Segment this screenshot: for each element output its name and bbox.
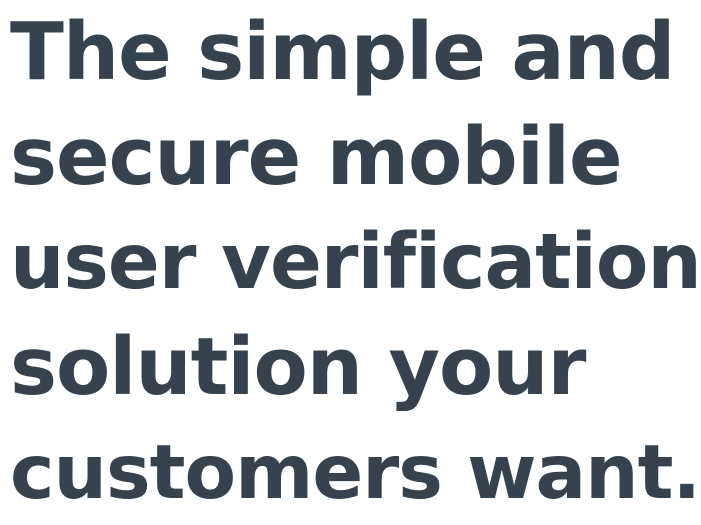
headline-line-4: solution your <box>10 321 586 413</box>
headline-line-2: secure mobile <box>10 111 623 203</box>
headline-line-1: The simple and <box>10 6 675 98</box>
hero-headline: The simple and secure mobile user verifi… <box>10 0 701 525</box>
hero-section: The simple and secure mobile user verifi… <box>10 0 701 525</box>
headline-line-5: customers want. <box>10 428 701 516</box>
headline-line-3: user verification <box>10 218 701 307</box>
